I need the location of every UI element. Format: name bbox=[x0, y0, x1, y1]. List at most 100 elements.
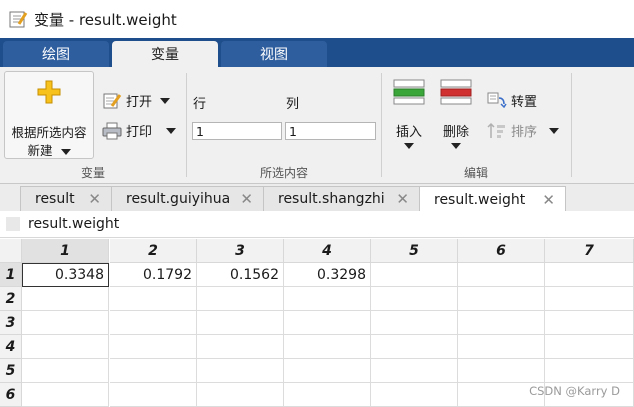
grid-cell[interactable] bbox=[22, 287, 109, 311]
group-label-variable: 变量 bbox=[80, 166, 105, 180]
transpose-button[interactable]: 转置 bbox=[487, 91, 537, 110]
grid-cell[interactable] bbox=[22, 359, 109, 383]
grid-cell[interactable] bbox=[371, 287, 458, 311]
grid-cell[interactable] bbox=[197, 335, 284, 359]
delete-rows-icon bbox=[440, 79, 472, 105]
row-header[interactable]: 6 bbox=[0, 383, 22, 407]
grid-cell[interactable] bbox=[458, 287, 545, 311]
grid-cell[interactable] bbox=[458, 311, 545, 335]
tab-plots[interactable]: 绘图 bbox=[3, 41, 109, 67]
grid-cell[interactable] bbox=[110, 383, 197, 407]
insert-button[interactable]: 插入 bbox=[390, 75, 428, 155]
column-header[interactable]: 3 bbox=[197, 239, 284, 263]
row-selection-input[interactable]: 1 bbox=[192, 122, 282, 140]
doc-tab-result-shangzhi[interactable]: result.shangzhi ✕ bbox=[263, 186, 420, 211]
grid-cell[interactable]: 0.1562 bbox=[197, 263, 284, 287]
new-from-selection-label-1: 根据所选内容 bbox=[11, 125, 87, 140]
column-header[interactable]: 2 bbox=[110, 239, 197, 263]
column-header[interactable]: 5 bbox=[371, 239, 458, 263]
grid-cell[interactable] bbox=[284, 383, 371, 407]
sort-icon bbox=[487, 122, 505, 138]
ribbon-tab-bar: 绘图 变量 视图 bbox=[0, 38, 634, 67]
grid-cell[interactable] bbox=[284, 335, 371, 359]
doc-tab-result-weight[interactable]: result.weight ✕ bbox=[419, 186, 566, 212]
doc-tab-result-guiyihua[interactable]: result.guiyihua ✕ bbox=[111, 186, 264, 211]
grid-cell[interactable] bbox=[371, 383, 458, 407]
delete-label: 删除 bbox=[442, 125, 469, 140]
grid-cell[interactable]: 0.1792 bbox=[110, 263, 197, 287]
chevron-down-icon bbox=[451, 143, 461, 149]
column-header[interactable]: 7 bbox=[545, 239, 634, 263]
column-header[interactable]: 1 bbox=[22, 239, 109, 263]
grid-cell[interactable] bbox=[197, 311, 284, 335]
grid-cell[interactable] bbox=[197, 287, 284, 311]
row-label: 行 bbox=[193, 97, 207, 112]
grid-corner[interactable] bbox=[0, 239, 22, 263]
grid-cell[interactable] bbox=[22, 335, 109, 359]
grid-cell[interactable] bbox=[545, 311, 634, 335]
grid-cell[interactable] bbox=[284, 287, 371, 311]
row-header[interactable]: 3 bbox=[0, 311, 22, 335]
grid-cell[interactable] bbox=[458, 335, 545, 359]
grid-cell[interactable] bbox=[371, 335, 458, 359]
column-selection-input[interactable]: 1 bbox=[285, 122, 376, 140]
printer-icon bbox=[102, 122, 122, 139]
open-button[interactable]: 打开 bbox=[102, 91, 171, 110]
close-icon[interactable]: ✕ bbox=[542, 191, 555, 209]
row-header[interactable]: 1 bbox=[0, 263, 22, 287]
close-icon[interactable]: ✕ bbox=[88, 190, 101, 208]
grid-cell[interactable] bbox=[110, 287, 197, 311]
watermark: CSDN @Karry D bbox=[529, 384, 620, 398]
grid-cell[interactable] bbox=[110, 335, 197, 359]
grid-cell[interactable] bbox=[110, 311, 197, 335]
grid-cell[interactable]: 0.3298 bbox=[284, 263, 371, 287]
grid-cell[interactable] bbox=[110, 359, 197, 383]
grid-cell[interactable]: 0.3348 bbox=[22, 263, 109, 287]
group-divider bbox=[571, 73, 572, 177]
ribbon-panel: 根据所选内容 新建 打开 打印 变量 行 列 1 1 所选内容 插入 删除 转置… bbox=[0, 67, 634, 184]
variable-icon bbox=[6, 217, 20, 231]
insert-rows-icon bbox=[393, 79, 425, 105]
grid-cell[interactable] bbox=[371, 263, 458, 287]
chevron-down-icon bbox=[160, 97, 171, 104]
tab-variable[interactable]: 变量 bbox=[112, 41, 218, 67]
grid-cell[interactable] bbox=[371, 311, 458, 335]
print-button[interactable]: 打印 bbox=[102, 121, 177, 140]
row-header[interactable]: 5 bbox=[0, 359, 22, 383]
column-header[interactable]: 6 bbox=[458, 239, 545, 263]
close-icon[interactable]: ✕ bbox=[240, 190, 253, 208]
new-from-selection-label-2: 新建 bbox=[5, 140, 93, 159]
window-titlebar: 变量 - result.weight bbox=[0, 0, 634, 38]
doc-tab-result[interactable]: result ✕ bbox=[20, 186, 112, 211]
document-tab-bar: result ✕ result.guiyihua ✕ result.shangzhi… bbox=[0, 184, 634, 212]
column-header[interactable]: 4 bbox=[284, 239, 371, 263]
window-title: 变量 - result.weight bbox=[34, 10, 177, 29]
delete-button[interactable]: 删除 bbox=[437, 75, 475, 155]
new-from-selection-button[interactable]: 根据所选内容 新建 bbox=[4, 71, 94, 159]
tab-view[interactable]: 视图 bbox=[221, 41, 327, 67]
insert-label: 插入 bbox=[395, 125, 422, 140]
grid-cell[interactable] bbox=[458, 263, 545, 287]
variable-editor-icon bbox=[9, 11, 28, 28]
grid-cell[interactable] bbox=[545, 359, 634, 383]
grid-cell[interactable] bbox=[22, 383, 109, 407]
grid-cell[interactable] bbox=[284, 311, 371, 335]
variable-grid: 1 2 3 4 5 6 7 1 0.3348 0.1792 0.1562 0.3298 2 3 4 5 6 bbox=[0, 239, 634, 407]
open-icon bbox=[103, 93, 122, 108]
row-header[interactable]: 2 bbox=[0, 287, 22, 311]
group-label-edit: 编辑 bbox=[463, 166, 488, 180]
group-divider bbox=[381, 73, 382, 177]
group-divider bbox=[186, 73, 187, 177]
grid-cell[interactable] bbox=[545, 263, 634, 287]
row-header[interactable]: 4 bbox=[0, 335, 22, 359]
grid-cell[interactable] bbox=[545, 287, 634, 311]
grid-cell[interactable] bbox=[371, 359, 458, 383]
sort-button[interactable]: 排序 bbox=[487, 121, 560, 140]
grid-cell[interactable] bbox=[458, 359, 545, 383]
grid-cell[interactable] bbox=[197, 383, 284, 407]
grid-cell[interactable] bbox=[545, 335, 634, 359]
grid-cell[interactable] bbox=[284, 359, 371, 383]
close-icon[interactable]: ✕ bbox=[396, 190, 409, 208]
grid-cell[interactable] bbox=[22, 311, 109, 335]
grid-cell[interactable] bbox=[197, 359, 284, 383]
